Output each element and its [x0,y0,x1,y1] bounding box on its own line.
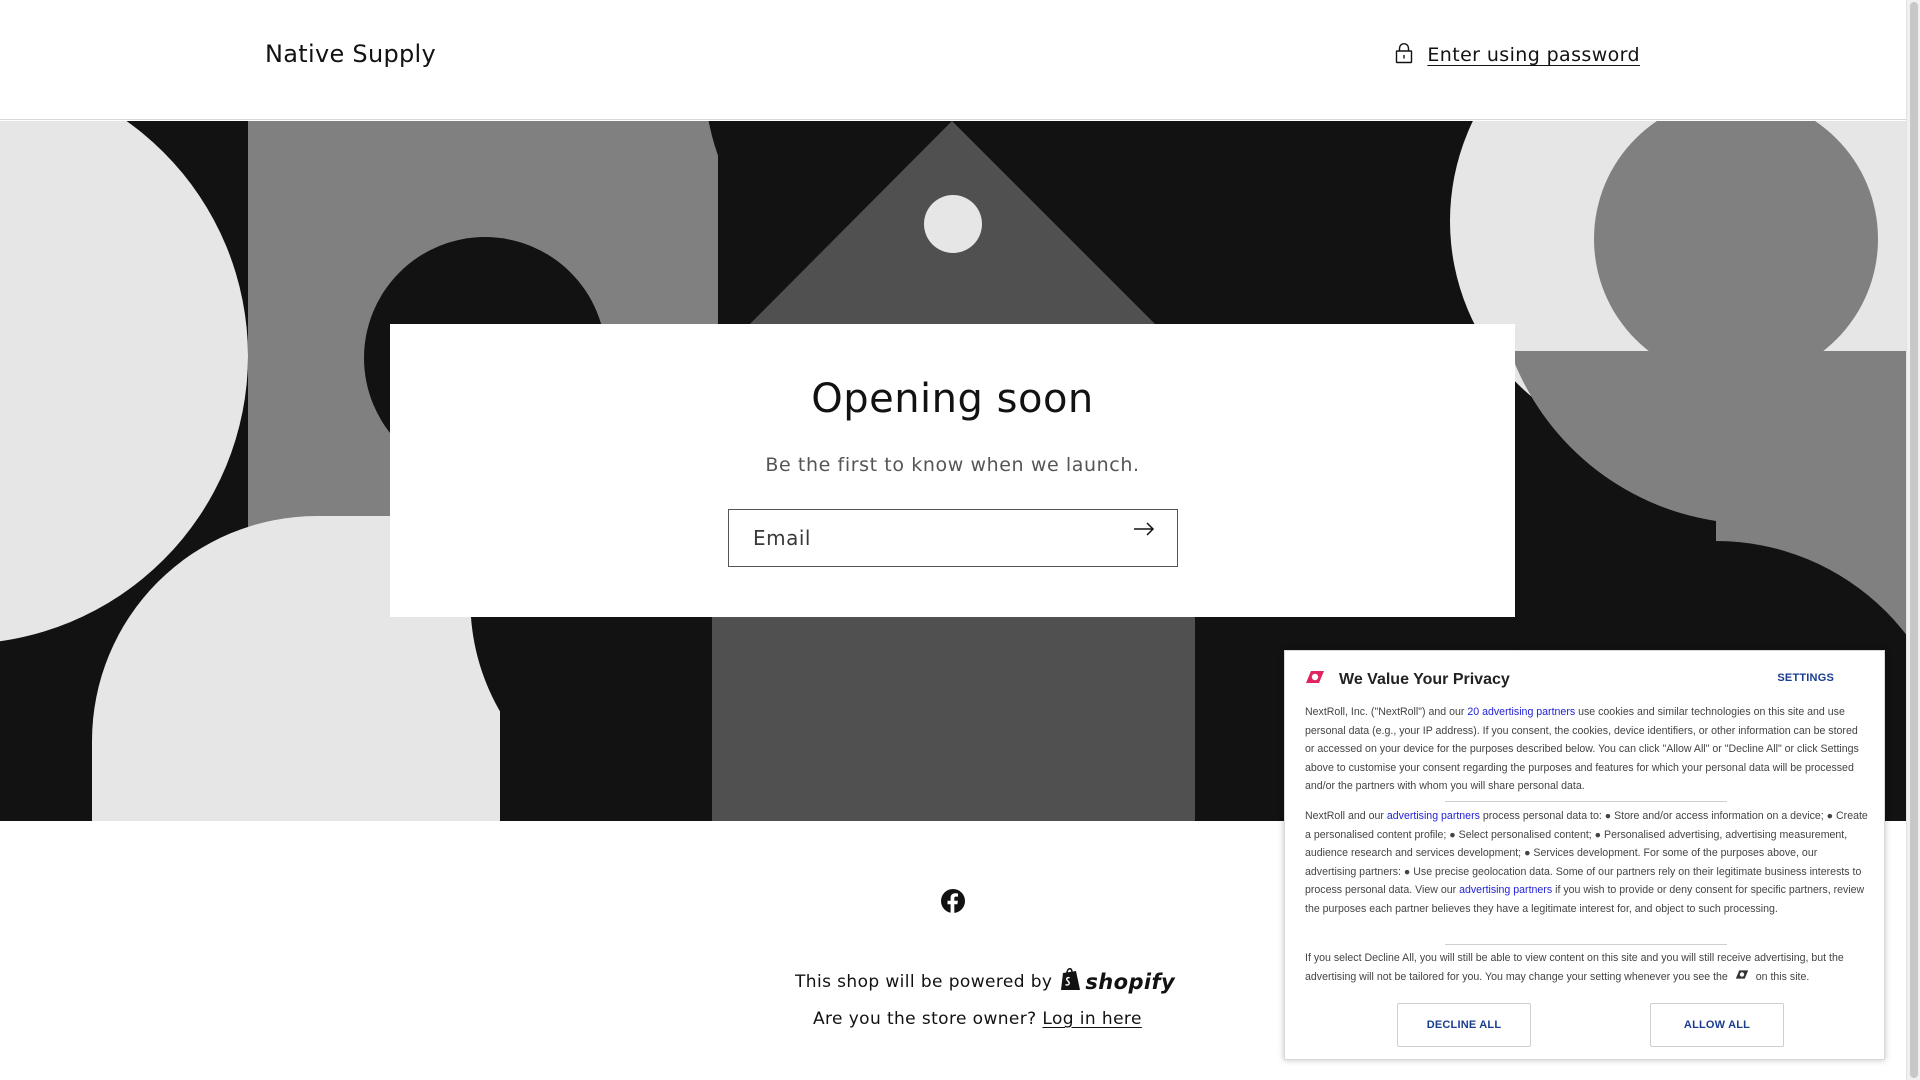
privacy-consent-banner: We Value Your Privacy SETTINGS NextRoll,… [1284,650,1885,1060]
privacy-paragraph-purposes: NextRoll and our advertising partners pr… [1305,807,1870,919]
store-name[interactable]: Native Supply [265,40,436,68]
advertising-partners-link[interactable]: advertising partners [1387,810,1480,822]
signup-subtitle: Be the first to know when we launch. [765,454,1140,476]
view-advertising-partners-link[interactable]: advertising partners [1459,884,1552,896]
privacy-paragraph-decline: If you select Decline All, you will stil… [1305,949,1870,986]
privacy-header: We Value Your Privacy [1305,669,1510,690]
shopify-wordmark: shopify [1085,969,1176,994]
site-header: Native Supply Enter using password [0,0,1906,120]
intro-text-2: use cookies and similar technologies on … [1305,706,1859,793]
privacy-divider-1 [1445,801,1727,802]
store-owner-line: Are you the store owner? Log in here [813,1009,1142,1029]
log-in-link[interactable]: Log in here [1042,1009,1141,1029]
allow-all-button[interactable]: ALLOW ALL [1650,1003,1784,1047]
advertising-partners-count-link[interactable]: 20 advertising partners [1467,706,1575,718]
enter-password-link[interactable]: Enter using password [1395,42,1640,68]
decline-text-2: on this site. [1755,970,1810,983]
purposes-text-1: NextRoll and our [1305,810,1387,822]
powered-by-text: This shop will be powered by [795,971,1053,992]
privacy-divider-2 [1445,944,1727,945]
email-input[interactable] [729,510,1119,566]
nextroll-mini-icon [1734,968,1750,987]
powered-by-line: This shop will be powered by shopify [795,966,1175,997]
opening-soon-heading: Opening soon [811,376,1094,422]
shopify-logo[interactable]: shopify [1060,966,1175,997]
nextroll-logo-icon [1305,669,1325,690]
facebook-icon [940,889,966,918]
subscribe-submit-button[interactable] [1133,522,1169,556]
enter-password-label[interactable]: Enter using password [1427,44,1640,66]
privacy-title: We Value Your Privacy [1339,670,1510,688]
scrollbar-thumb[interactable] [1910,2,1918,1078]
lock-icon [1395,42,1413,68]
shopify-bag-icon [1060,966,1082,997]
email-field-wrapper [728,509,1178,567]
privacy-settings-button[interactable]: SETTINGS [1777,672,1834,684]
privacy-paragraph-intro: NextRoll, Inc. ("NextRoll") and our 20 a… [1305,703,1870,796]
decline-all-button[interactable]: DECLINE ALL [1397,1003,1531,1047]
page-scrollbar[interactable] [1906,0,1920,1080]
signup-card: Opening soon Be the first to know when w… [390,324,1515,617]
store-owner-text: Are you the store owner? [813,1009,1037,1029]
facebook-link[interactable] [940,888,966,914]
intro-text-1: NextRoll, Inc. ("NextRoll") and our [1305,706,1468,718]
